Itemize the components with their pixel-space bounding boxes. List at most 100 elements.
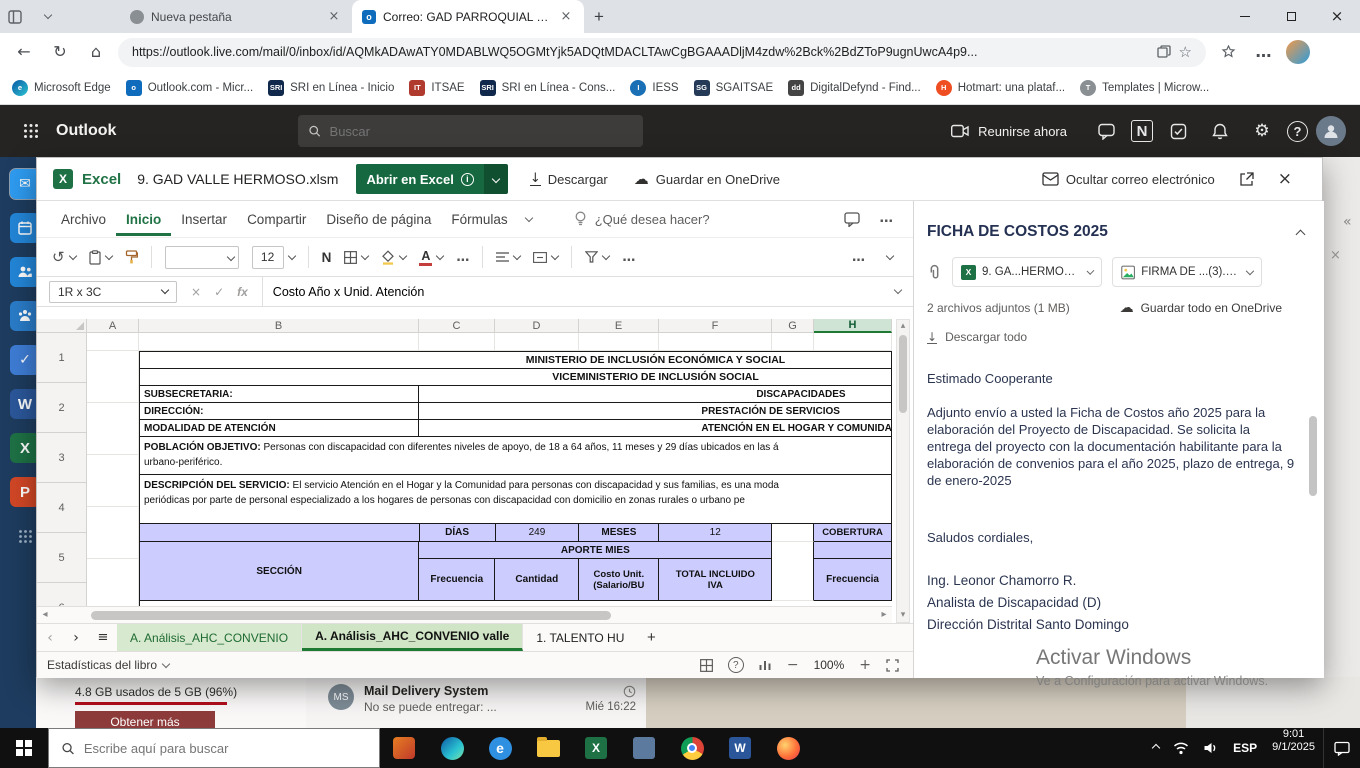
attachment-chip-xlsm[interactable]: X 9. GA...HERMOSO.xlsm <box>952 257 1102 287</box>
column-header-c[interactable]: C <box>419 319 495 333</box>
tab-actions-icon[interactable] <box>30 0 60 33</box>
cell-modalidad-value[interactable]: ATENCIÓN EN EL HOGAR Y COMUNIDA <box>419 420 892 437</box>
sheet-list-icon[interactable]: ≡ <box>89 624 117 651</box>
cell-direccion-label[interactable]: DIRECCIÓN: <box>140 403 419 420</box>
outlook-search-input[interactable] <box>330 124 634 139</box>
bookmark-item[interactable]: SRISRI en Línea - Inicio <box>268 80 394 96</box>
sheet-tab-talento[interactable]: 1. TALENTO HU <box>523 624 637 651</box>
bookmark-item[interactable]: SRISRI en Línea - Cons... <box>480 80 616 96</box>
sheet-tab-convenio[interactable]: A. Análisis_AHC_CONVENIO <box>117 624 302 651</box>
taskbar-search-input[interactable] <box>84 741 367 756</box>
row-header[interactable]: 6 <box>37 583 87 606</box>
favorite-star-icon[interactable]: ☆ <box>1179 45 1192 60</box>
window-maximize-button[interactable] <box>1268 0 1314 33</box>
cell-total-iva[interactable]: TOTAL INCLUIDO IVA <box>659 559 772 601</box>
browser-icon-blue[interactable]: e <box>476 728 524 768</box>
tab-close-icon[interactable]: × <box>326 10 342 23</box>
download-button[interactable]: ↓ Descargar <box>530 172 608 187</box>
open-in-excel-dropdown[interactable] <box>484 164 508 194</box>
column-header-h-selected[interactable]: H <box>814 319 892 333</box>
scroll-up-icon[interactable]: ▴ <box>901 320 906 331</box>
bold-button[interactable]: N <box>317 243 337 271</box>
meet-now-button[interactable]: Reunirse ahora <box>951 124 1067 139</box>
mail-list-item[interactable]: MS Mail Delivery System No se puede entr… <box>306 677 646 728</box>
ribbon-collapse-chevron[interactable] <box>886 251 894 259</box>
borders-button[interactable] <box>339 243 373 271</box>
column-header-e[interactable]: E <box>579 319 659 333</box>
gear-icon[interactable]: ⚙ <box>1245 114 1279 148</box>
tell-me-box[interactable]: ¿Qué desea hacer? <box>574 211 710 227</box>
user-avatar[interactable] <box>1316 116 1346 146</box>
browser-icon-orange[interactable] <box>764 728 812 768</box>
formula-input[interactable]: Costo Año x Unid. Atención <box>273 285 424 299</box>
cell-meses-value[interactable]: 12 <box>659 524 772 542</box>
cell-subsecretaria-value[interactable]: DISCAPACIDADES <box>419 386 892 403</box>
bookmark-item[interactable]: HHotmart: una plataf... <box>936 80 1065 96</box>
ribbon-tab-diseno[interactable]: Diseño de página <box>316 203 441 236</box>
bookmark-item[interactable]: ITITSAE <box>409 80 464 96</box>
open-in-excel-split-button[interactable]: Abrir en Exceli <box>356 164 507 194</box>
column-header-f[interactable]: F <box>659 319 772 333</box>
fill-color-button[interactable] <box>376 243 411 271</box>
undo-button[interactable]: ↺ <box>47 243 81 271</box>
save-to-onedrive-button[interactable]: ☁ Guardar en OneDrive <box>634 172 780 187</box>
row-header[interactable]: 3 <box>37 433 87 483</box>
cancel-entry-icon[interactable]: × <box>191 286 201 298</box>
profile-avatar[interactable] <box>1286 40 1310 64</box>
column-header-g[interactable]: G <box>772 319 814 333</box>
url-field[interactable]: https://outlook.live.com/mail/0/inbox/id… <box>118 38 1206 67</box>
new-tab-button[interactable]: + <box>584 0 614 33</box>
costos-table[interactable]: MINISTERIO DE INCLUSIÓN ECONÓMICA Y SOCI… <box>139 351 892 606</box>
network-icon[interactable] <box>1166 728 1196 768</box>
row-header[interactable]: 4 <box>37 483 87 533</box>
cell-viceministerio[interactable]: VICEMINISTERIO DE INCLUSIÓN SOCIAL <box>140 369 892 386</box>
cell-costo-unit[interactable]: Costo Unit. (Salario/BU <box>579 559 659 601</box>
cell-dias-value[interactable]: 249 <box>496 524 580 542</box>
download-all-button[interactable]: ↓ Descargar todo <box>927 330 1324 344</box>
edge-icon[interactable] <box>428 728 476 768</box>
vertical-tabs-icon[interactable] <box>0 0 30 33</box>
v-scroll-thumb[interactable] <box>899 335 907 413</box>
ribbon-overflow-icon[interactable]: … <box>880 212 894 226</box>
row-header[interactable]: 2 <box>37 383 87 433</box>
favorites-bar-icon[interactable] <box>1214 38 1242 66</box>
toolbar-overflow-icon[interactable]: … <box>617 243 640 271</box>
start-button[interactable] <box>0 728 48 768</box>
app-launcher-icon[interactable] <box>14 114 48 148</box>
zoom-level[interactable]: 100% <box>814 658 845 672</box>
name-box[interactable]: 1R x 3C <box>49 281 177 303</box>
cell-descripcion[interactable]: DESCRIPCIÓN DEL SERVICIO: El servicio At… <box>140 475 892 524</box>
more-commands-icon[interactable]: … <box>847 243 870 271</box>
ribbon-tab-compartir[interactable]: Compartir <box>237 203 316 236</box>
font-overflow-icon[interactable]: … <box>451 243 474 271</box>
ribbon-tab-archivo[interactable]: Archivo <box>51 203 116 236</box>
onenote-feed-icon[interactable]: N <box>1131 120 1153 142</box>
help-icon[interactable]: ? <box>1287 121 1308 142</box>
collapse-pane-icon[interactable]: « <box>1343 215 1352 229</box>
grid-row-1[interactable] <box>87 333 892 351</box>
zoom-in-icon[interactable]: + <box>859 658 871 672</box>
grid-horizontal-scrollbar[interactable]: ◂ ▸ <box>37 606 892 623</box>
cell-aporte-mies[interactable]: APORTE MIES <box>419 542 772 559</box>
window-minimize-button[interactable] <box>1222 0 1268 33</box>
cell-h10[interactable] <box>814 542 892 559</box>
bookmark-item[interactable]: eMicrosoft Edge <box>12 80 111 96</box>
excel-icon[interactable]: X <box>572 728 620 768</box>
back-icon[interactable]: ← <box>10 38 38 66</box>
sheet-prev-icon[interactable]: ‹ <box>37 624 63 651</box>
scroll-down-icon[interactable]: ▾ <box>901 611 906 622</box>
tray-show-hidden-icon[interactable] <box>1146 728 1166 768</box>
collapse-message-icon[interactable] <box>1296 229 1306 239</box>
confirm-entry-icon[interactable]: ✓ <box>214 286 224 298</box>
cell-subsecretaria-label[interactable]: SUBSECRETARIA: <box>140 386 419 403</box>
collections-icon[interactable] <box>1157 45 1171 59</box>
taskbar-clock[interactable]: 9:01 9/1/2025 <box>1264 728 1323 768</box>
todo-icon[interactable] <box>1161 114 1195 148</box>
pinned-app-icon[interactable] <box>380 728 428 768</box>
fit-to-screen-icon[interactable] <box>886 659 899 672</box>
cell-meses-label[interactable]: MESES <box>579 524 659 542</box>
close-preview-icon[interactable]: × <box>1278 171 1292 188</box>
format-painter-icon[interactable] <box>120 243 143 271</box>
file-explorer-icon[interactable] <box>524 728 572 768</box>
sheet-grid-icon[interactable] <box>700 659 713 672</box>
